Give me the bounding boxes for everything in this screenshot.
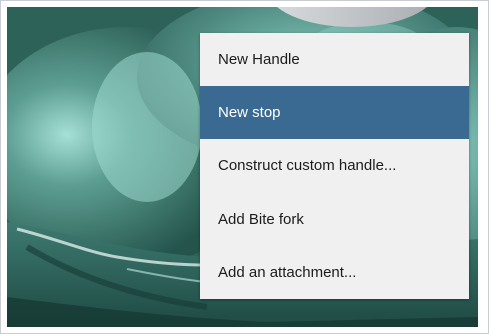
menu-item-add-attachment[interactable]: Add an attachment...	[200, 246, 469, 299]
context-menu: New Handle New stop Construct custom han…	[200, 33, 469, 299]
menu-item-new-handle[interactable]: New Handle	[200, 33, 469, 86]
screenshot-frame: New Handle New stop Construct custom han…	[0, 0, 489, 334]
menu-item-add-bite-fork[interactable]: Add Bite fork	[200, 193, 469, 246]
menu-item-construct-custom-handle[interactable]: Construct custom handle...	[200, 139, 469, 192]
menu-item-new-stop[interactable]: New stop	[200, 86, 469, 140]
